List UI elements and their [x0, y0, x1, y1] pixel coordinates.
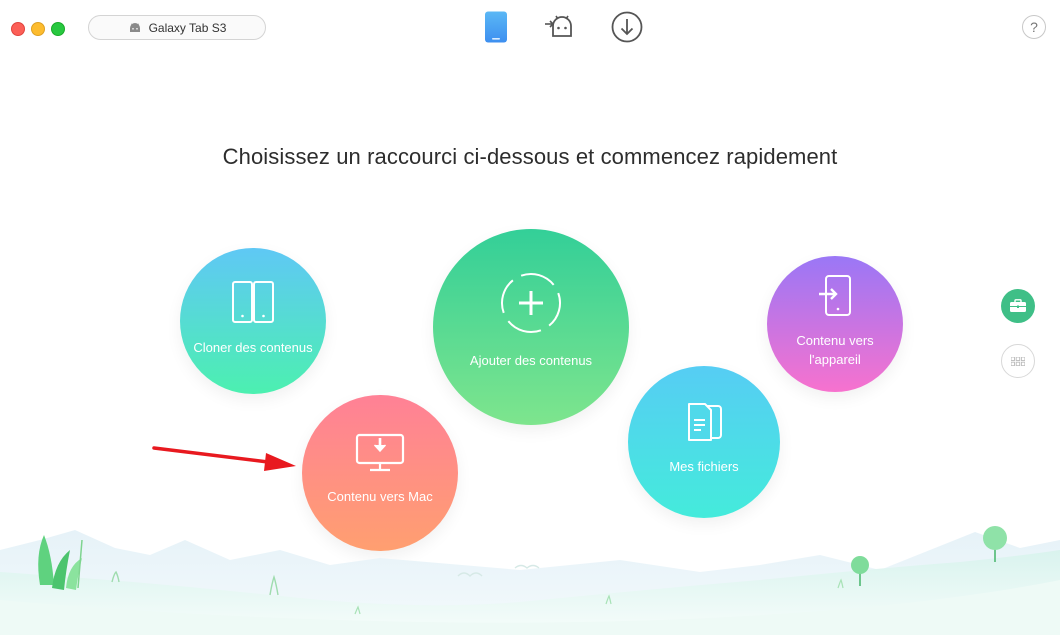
shortcut-label: Contenu vers Mac — [327, 488, 433, 504]
shortcut-label: Mes fichiers — [669, 458, 739, 474]
zoom-window-button[interactable] — [51, 22, 65, 36]
download-icon[interactable] — [610, 10, 644, 44]
android-transfer-icon[interactable] — [544, 10, 578, 44]
grid-view-button[interactable] — [1001, 344, 1035, 378]
device-import-icon — [819, 275, 851, 316]
landscape-illustration — [0, 526, 1060, 635]
device-name: Galaxy Tab S3 — [148, 20, 227, 35]
phone-icon[interactable] — [479, 10, 513, 44]
shortcut-label: Cloner des contenus — [193, 339, 313, 355]
mac-export-icon — [355, 433, 405, 471]
clone-content-button[interactable]: Cloner des contenus — [180, 248, 326, 394]
page-heading: Choisissez un raccourci ci-dessous et co… — [222, 144, 838, 169]
my-files-button[interactable]: Mes fichiers — [628, 366, 780, 518]
device-selector[interactable]: Galaxy Tab S3 — [88, 15, 266, 40]
toolbox-button[interactable] — [1001, 289, 1035, 323]
android-icon — [129, 23, 140, 32]
annotation-arrow — [152, 446, 296, 471]
help-button[interactable]: ? — [1022, 15, 1046, 39]
add-content-button[interactable]: Ajouter des contenus — [433, 229, 629, 425]
add-icon — [501, 272, 561, 333]
shortcut-label: Ajouter des contenus — [469, 352, 593, 368]
title-bar: Galaxy Tab S3 ? — [0, 0, 1060, 56]
files-icon — [688, 402, 722, 441]
grid-icon — [1011, 356, 1025, 366]
clone-icon — [232, 280, 274, 323]
content-to-device-button[interactable]: Contenu vers l'appareil — [767, 256, 903, 392]
toolbox-icon — [1010, 299, 1026, 312]
minimize-window-button[interactable] — [31, 22, 45, 36]
close-window-button[interactable] — [11, 22, 25, 36]
shortcut-label: Contenu vers l'appareil — [796, 333, 874, 367]
